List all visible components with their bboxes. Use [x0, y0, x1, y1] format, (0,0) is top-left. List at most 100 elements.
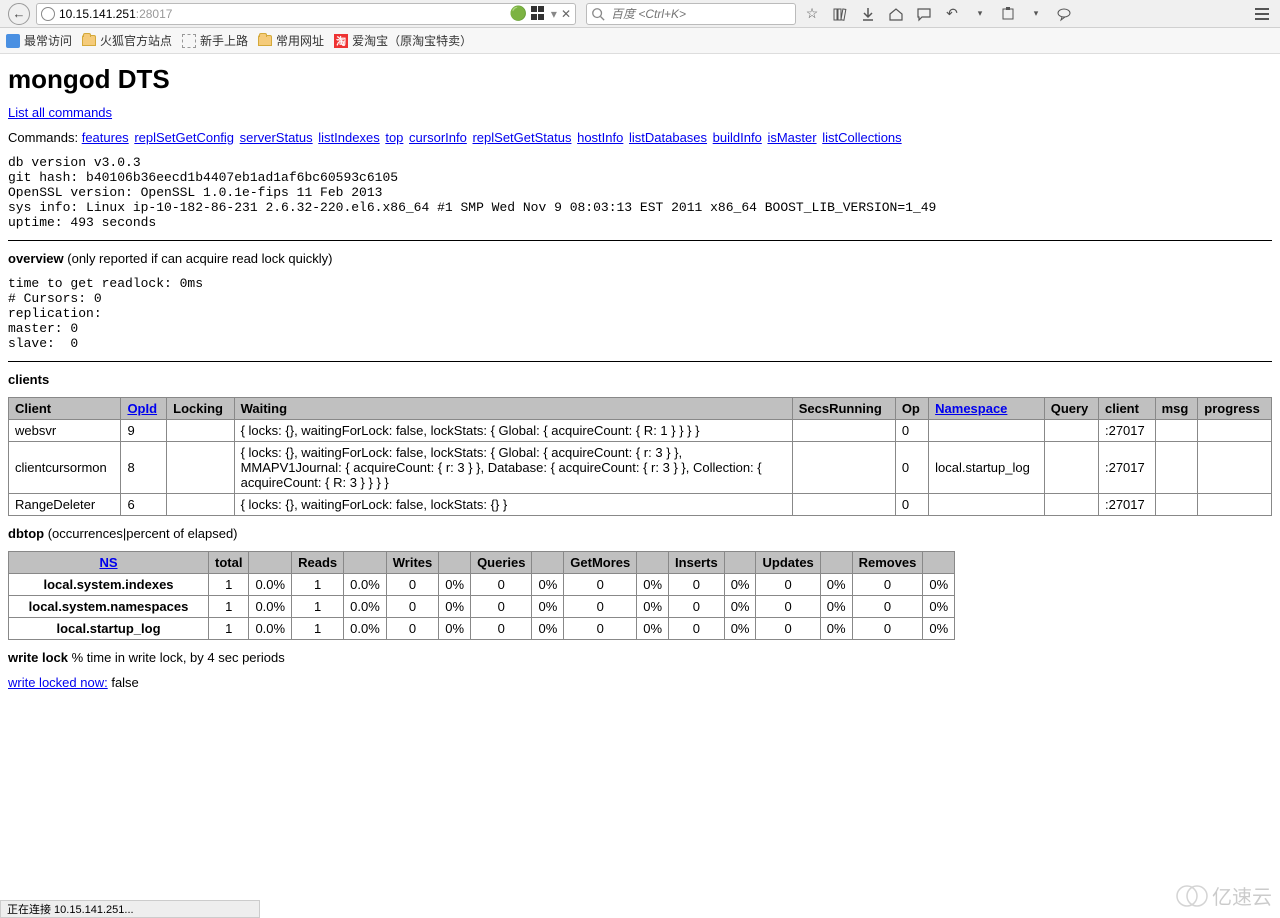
cell-progress: [1198, 494, 1272, 516]
commands-line: Commands: features replSetGetConfig serv…: [8, 130, 1272, 145]
library-icon[interactable]: [828, 4, 852, 24]
th-pct: [532, 552, 564, 574]
cell: 1: [209, 618, 249, 640]
cell-ns: local.system.indexes: [9, 574, 209, 596]
command-link-replSetGetConfig[interactable]: replSetGetConfig: [134, 130, 234, 145]
overview-label: overview: [8, 251, 64, 266]
chat-icon[interactable]: [912, 4, 936, 24]
cell: 0.0%: [249, 574, 292, 596]
th-locking: Locking: [167, 398, 234, 420]
cell: 0%: [724, 618, 756, 640]
cell: 0%: [724, 574, 756, 596]
cell: 0%: [532, 596, 564, 618]
command-link-listCollections[interactable]: listCollections: [822, 130, 901, 145]
cell: 0: [756, 618, 820, 640]
th-op: Op: [895, 398, 928, 420]
command-link-isMaster[interactable]: isMaster: [767, 130, 816, 145]
cell: 0: [471, 618, 532, 640]
command-link-replSetGetStatus[interactable]: replSetGetStatus: [472, 130, 571, 145]
cell-ns: [929, 420, 1045, 442]
command-link-serverStatus[interactable]: serverStatus: [240, 130, 313, 145]
address-bar[interactable]: 10.15.141.251:28017 🟢 ▾ ✕: [36, 3, 576, 25]
bookmark-aitaobao[interactable]: 淘爱淘宝（原淘宝特卖）: [334, 32, 472, 49]
cell-secs: [792, 494, 895, 516]
cell: 0: [669, 596, 725, 618]
downloads-icon[interactable]: [856, 4, 880, 24]
list-all-commands-link[interactable]: List all commands: [8, 105, 112, 120]
undo-dropdown[interactable]: ▾: [968, 4, 992, 24]
taobao-icon: 淘: [334, 34, 348, 48]
cell-cclient: :27017: [1098, 420, 1155, 442]
cell-ns: [929, 494, 1045, 516]
opid-link[interactable]: OpId: [127, 401, 157, 416]
namespace-link[interactable]: Namespace: [935, 401, 1007, 416]
url-dropdown[interactable]: ▾: [551, 7, 557, 21]
th-Reads: Reads: [292, 552, 344, 574]
th-pct: [923, 552, 955, 574]
cell: 0%: [439, 618, 471, 640]
cell: 0%: [923, 618, 955, 640]
cell-ns: local.startup_log: [929, 442, 1045, 494]
command-link-listIndexes[interactable]: listIndexes: [318, 130, 379, 145]
th-msg: msg: [1155, 398, 1198, 420]
table-row: local.system.namespaces10.0%10.0%00%00%0…: [9, 596, 955, 618]
th-progress: progress: [1198, 398, 1272, 420]
cell-cclient: :27017: [1098, 494, 1155, 516]
th-waiting: Waiting: [234, 398, 792, 420]
ns-link[interactable]: NS: [99, 555, 117, 570]
addon-dropdown[interactable]: ▾: [1024, 4, 1048, 24]
cell-locking: [167, 494, 234, 516]
cell-opid: 6: [121, 494, 167, 516]
command-link-listDatabases[interactable]: listDatabases: [629, 130, 707, 145]
bookmark-firefox-official[interactable]: 火狐官方站点: [82, 32, 172, 49]
chat2-icon[interactable]: [1052, 4, 1076, 24]
cell-query: [1044, 494, 1098, 516]
watermark: 亿速云: [1176, 881, 1272, 910]
cell-locking: [167, 442, 234, 494]
stop-button[interactable]: ✕: [561, 7, 571, 21]
bookmark-common-urls[interactable]: 常用网址: [258, 32, 324, 49]
write-locked-now-link[interactable]: write locked now:: [8, 675, 108, 690]
cell: 0%: [439, 574, 471, 596]
command-link-buildInfo[interactable]: buildInfo: [713, 130, 762, 145]
bookmark-most-visited[interactable]: 最常访问: [6, 32, 72, 49]
cell: 0%: [532, 574, 564, 596]
table-row: local.startup_log10.0%10.0%00%00%00%00%0…: [9, 618, 955, 640]
shield-icon: 🟢: [509, 5, 526, 22]
th-pct: [249, 552, 292, 574]
cell-cclient: :27017: [1098, 442, 1155, 494]
bookmark-getting-started[interactable]: 新手上路: [182, 32, 248, 49]
addon-icon[interactable]: [996, 4, 1020, 24]
writelock-label: write lock: [8, 650, 68, 665]
menu-button[interactable]: [1250, 4, 1274, 24]
command-link-top[interactable]: top: [385, 130, 403, 145]
clients-table: Client OpId Locking Waiting SecsRunning …: [8, 397, 1272, 516]
cell: 0: [564, 618, 637, 640]
command-link-cursorInfo[interactable]: cursorInfo: [409, 130, 467, 145]
search-bar[interactable]: [586, 3, 796, 25]
command-link-features[interactable]: features: [82, 130, 129, 145]
write-locked-value: false: [108, 675, 139, 690]
cell: 0%: [637, 596, 669, 618]
star-icon[interactable]: ☆: [800, 4, 824, 24]
cell: 0.0%: [344, 596, 387, 618]
clients-label: clients: [8, 372, 49, 387]
home-icon[interactable]: [884, 4, 908, 24]
search-input[interactable]: [609, 6, 791, 22]
search-icon: [591, 7, 605, 21]
cell: 0%: [923, 574, 955, 596]
undo-icon[interactable]: ↶: [940, 4, 964, 24]
cell-progress: [1198, 420, 1272, 442]
th-pct: [439, 552, 471, 574]
cell: 0.0%: [344, 574, 387, 596]
status-bar: 正在连接 10.15.141.251...: [0, 900, 260, 918]
folder-icon: [258, 35, 272, 46]
cell: 0: [669, 618, 725, 640]
command-link-hostInfo[interactable]: hostInfo: [577, 130, 623, 145]
cell: 0%: [820, 574, 852, 596]
page-content: mongod DTS List all commands Commands: f…: [0, 54, 1280, 698]
qr-icon[interactable]: [531, 6, 547, 22]
cell: 0: [852, 574, 923, 596]
cell-client: clientcursormon: [9, 442, 121, 494]
back-button[interactable]: ←: [6, 2, 32, 26]
